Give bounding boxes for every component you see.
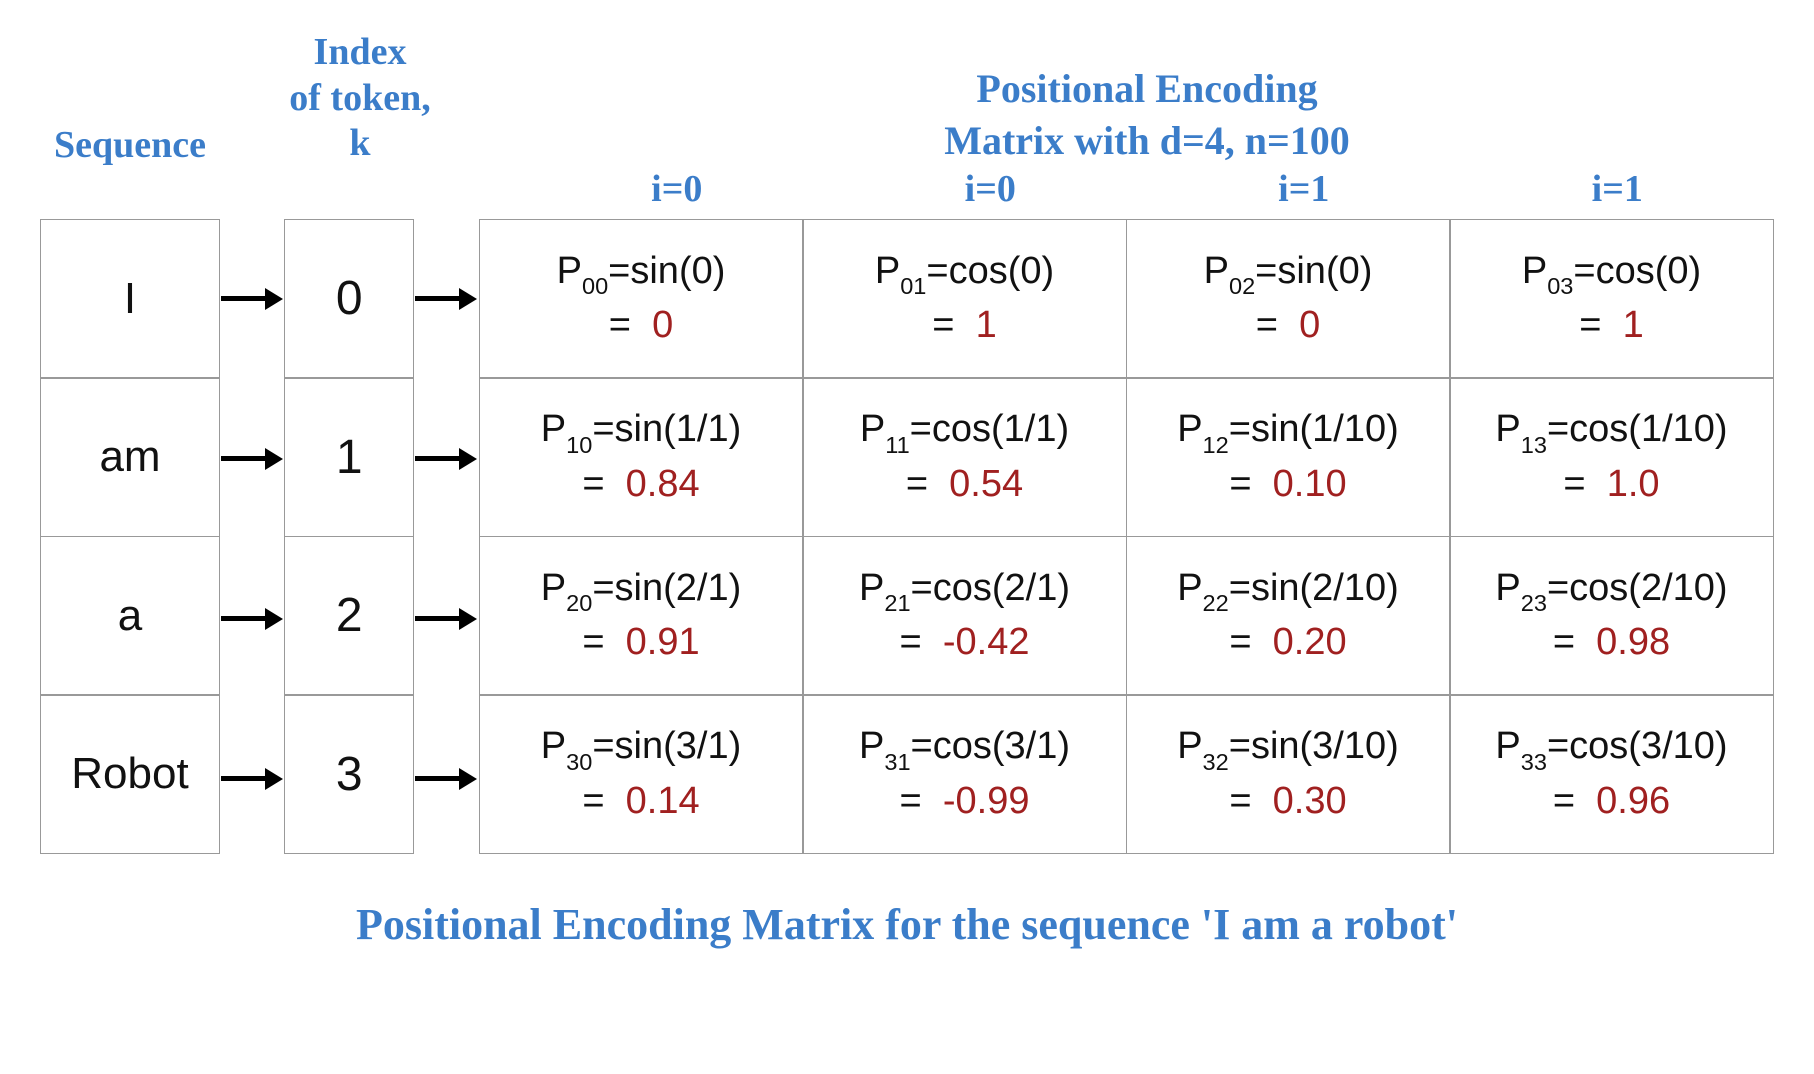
matrix-cell: P21=cos(2/1)= -0.42 xyxy=(802,536,1127,696)
sequence-header: Sequence xyxy=(40,63,220,167)
matrix-cell-value: = 0.98 xyxy=(1553,617,1670,668)
matrix-cell: P02=sin(0)= 0 xyxy=(1126,219,1451,379)
matrix-cell: P13=cos(1/10)= 1.0 xyxy=(1449,377,1774,537)
arrow-column-2 xyxy=(414,219,478,859)
matrix-cell-value: = 0.10 xyxy=(1229,459,1346,510)
arrow-icon xyxy=(414,379,478,539)
matrix-cell-expr: P02=sin(0) xyxy=(1204,246,1373,300)
matrix-cell-expr: P20=sin(2/1) xyxy=(541,563,741,617)
matrix-cell-expr: P22=sin(2/10) xyxy=(1177,563,1399,617)
caption: Positional Encoding Matrix for the seque… xyxy=(40,899,1774,950)
matrix-cell-value: = 1 xyxy=(1579,300,1643,351)
matrix-row: P30=sin(3/1)= 0.14P31=cos(3/1)= -0.99P32… xyxy=(479,694,1775,854)
i-header-0: i=0 xyxy=(520,167,834,211)
arrow-icon xyxy=(414,219,478,379)
matrix-cell-value: = 1.0 xyxy=(1563,459,1659,510)
matrix-cell-value: = 0.30 xyxy=(1229,776,1346,827)
matrix-cell-expr: P30=sin(3/1) xyxy=(541,721,741,775)
matrix-cell: P01=cos(0)= 1 xyxy=(802,219,1127,379)
matrix-row: P10=sin(1/1)= 0.84P11=cos(1/1)= 0.54P12=… xyxy=(479,377,1775,537)
matrix-cell-value: = -0.99 xyxy=(900,776,1030,827)
content-row: I am a Robot 0 1 2 3 P00=sin(0)= 0P01=co… xyxy=(40,219,1774,859)
matrix-cell: P10=sin(1/1)= 0.84 xyxy=(479,377,804,537)
index-cell: 2 xyxy=(284,536,414,696)
matrix-cell: P22=sin(2/10)= 0.20 xyxy=(1126,536,1451,696)
arrow-column-1 xyxy=(220,219,284,859)
sequence-cell: a xyxy=(40,536,220,696)
index-header-l1: Index xyxy=(260,30,460,76)
sequence-cell: Robot xyxy=(40,694,220,854)
matrix-cell-value: = -0.42 xyxy=(900,617,1030,668)
arrow-icon xyxy=(220,699,284,859)
matrix-cell: P23=cos(2/10)= 0.98 xyxy=(1449,536,1774,696)
arrow-icon xyxy=(220,539,284,699)
arrow-icon xyxy=(414,539,478,699)
matrix-header-l2: Matrix with d=4, n=100 xyxy=(520,115,1774,167)
matrix-cell-expr: P33=cos(3/10) xyxy=(1495,721,1727,775)
index-cell: 1 xyxy=(284,377,414,537)
matrix-cell-value: = 0.91 xyxy=(582,617,699,668)
matrix-cell: P00=sin(0)= 0 xyxy=(479,219,804,379)
matrix-row: P00=sin(0)= 0P01=cos(0)= 1P02=sin(0)= 0P… xyxy=(479,219,1775,379)
index-cell: 3 xyxy=(284,694,414,854)
matrix-cell-value: = 0.84 xyxy=(582,459,699,510)
matrix-cell-expr: P13=cos(1/10) xyxy=(1495,404,1727,458)
matrix-header-l1: Positional Encoding xyxy=(520,63,1774,115)
matrix-cell: P12=sin(1/10)= 0.10 xyxy=(1126,377,1451,537)
matrix-cell-value: = 1 xyxy=(932,300,996,351)
matrix-cell: P11=cos(1/1)= 0.54 xyxy=(802,377,1127,537)
index-cell: 0 xyxy=(284,219,414,379)
matrix-cell: P32=sin(3/10)= 0.30 xyxy=(1126,694,1451,854)
matrix-cell-value: = 0.96 xyxy=(1553,776,1670,827)
matrix-cell-value: = 0.20 xyxy=(1229,617,1346,668)
matrix-header: Positional Encoding Matrix with d=4, n=1… xyxy=(520,63,1774,167)
matrix-cell-value: = 0 xyxy=(1256,300,1320,351)
matrix-cell: P20=sin(2/1)= 0.91 xyxy=(479,536,804,696)
matrix-cell-expr: P32=sin(3/10) xyxy=(1177,721,1399,775)
matrix-cell-expr: P10=sin(1/1) xyxy=(541,404,741,458)
arrow-icon xyxy=(220,379,284,539)
index-column: 0 1 2 3 xyxy=(284,219,414,859)
matrix-cell-expr: P31=cos(3/1) xyxy=(859,721,1070,775)
matrix-cell-expr: P03=cos(0) xyxy=(1522,246,1701,300)
matrix-cell-expr: P21=cos(2/1) xyxy=(859,563,1070,617)
matrix-cell-expr: P12=sin(1/10) xyxy=(1177,404,1399,458)
i-header-row: i=0 i=0 i=1 i=1 xyxy=(520,167,1774,211)
arrow-icon xyxy=(220,219,284,379)
index-header: Index of token, k xyxy=(260,30,460,167)
top-headers: Sequence Index of token, k Positional En… xyxy=(40,30,1774,167)
matrix-cell-value: = 0.14 xyxy=(582,776,699,827)
matrix-cell: P30=sin(3/1)= 0.14 xyxy=(479,694,804,854)
matrix-cell-value: = 0 xyxy=(609,300,673,351)
matrix-cell-expr: P00=sin(0) xyxy=(557,246,726,300)
i-header-1: i=0 xyxy=(834,167,1148,211)
matrix-cell: P03=cos(0)= 1 xyxy=(1449,219,1774,379)
i-header-2: i=1 xyxy=(1147,167,1461,211)
sequence-cell: I xyxy=(40,219,220,379)
matrix-cell-expr: P11=cos(1/1) xyxy=(860,404,1069,458)
matrix-cell-value: = 0.54 xyxy=(906,459,1023,510)
sequence-column: I am a Robot xyxy=(40,219,220,859)
matrix-cell-expr: P01=cos(0) xyxy=(875,246,1054,300)
index-header-l3: k xyxy=(260,121,460,167)
index-header-l2: of token, xyxy=(260,76,460,122)
matrix-cell-expr: P23=cos(2/10) xyxy=(1495,563,1727,617)
matrix-row: P20=sin(2/1)= 0.91P21=cos(2/1)= -0.42P22… xyxy=(479,536,1775,696)
arrow-icon xyxy=(414,699,478,859)
matrix-cell: P31=cos(3/1)= -0.99 xyxy=(802,694,1127,854)
matrix-column: P00=sin(0)= 0P01=cos(0)= 1P02=sin(0)= 0P… xyxy=(479,219,1775,859)
matrix-cell: P33=cos(3/10)= 0.96 xyxy=(1449,694,1774,854)
sequence-cell: am xyxy=(40,377,220,537)
i-header-3: i=1 xyxy=(1461,167,1775,211)
